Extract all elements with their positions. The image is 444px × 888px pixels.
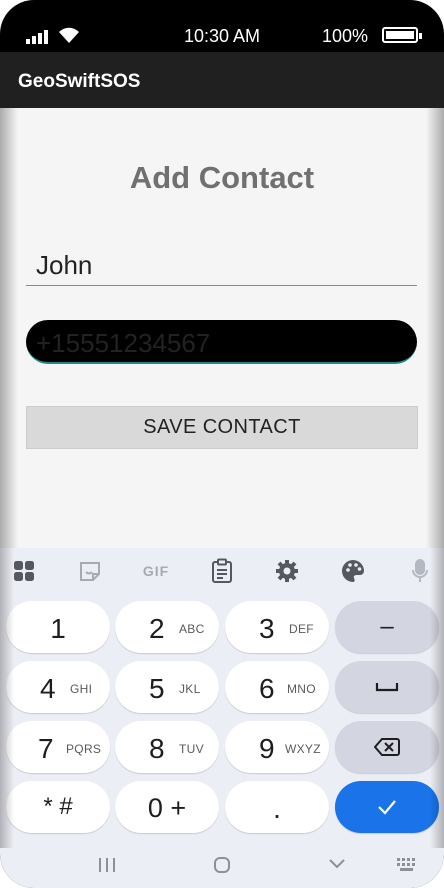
contact-phone-value: +15551234567 <box>36 328 211 358</box>
key-3-letters: DEF <box>289 622 314 636</box>
key-5-label: 5 <box>149 673 165 704</box>
key-1-label: 1 <box>50 613 66 644</box>
clipboard-icon[interactable] <box>208 558 236 584</box>
numeric-keyboard: GIF 1 2 ABC 3 DEF – 4 GHI 5 JKL 6 MNO 7 … <box>0 548 444 848</box>
back-icon[interactable] <box>328 858 346 870</box>
keyboard-toolbar: GIF <box>0 548 444 594</box>
key-2-letters: ABC <box>179 622 205 636</box>
palette-icon[interactable] <box>339 558 367 584</box>
key-4[interactable]: 4 GHI <box>6 661 110 713</box>
key-5[interactable]: 5 JKL <box>115 661 219 713</box>
contact-name-field[interactable]: John <box>26 242 417 286</box>
contact-name-value: John <box>36 250 93 280</box>
app-title: GeoSwiftSOS <box>18 71 141 92</box>
key-1[interactable]: 1 <box>6 601 110 653</box>
phone-screen: 10:30 AM 100% GeoSwiftSOS Add Contact Jo… <box>0 0 444 888</box>
status-bar: 10:30 AM 100% <box>0 0 444 52</box>
key-9-label: 9 <box>259 733 275 764</box>
key-9-letters: WXYZ <box>285 742 321 756</box>
backspace-key[interactable] <box>335 721 439 773</box>
key-2-label: 2 <box>149 613 165 644</box>
battery-icon <box>382 27 422 43</box>
dot-key[interactable]: . <box>225 781 329 833</box>
star-hash-key[interactable]: * # <box>6 781 110 833</box>
space-icon <box>375 683 399 692</box>
key-3[interactable]: 3 DEF <box>225 601 329 653</box>
key-7-label: 7 <box>38 733 54 764</box>
key-4-letters: GHI <box>70 682 93 696</box>
home-icon[interactable] <box>213 856 231 874</box>
check-icon <box>378 800 396 815</box>
grid-icon[interactable] <box>10 558 38 584</box>
zero-plus-label: 0 + <box>147 793 187 823</box>
dot-key-label: . <box>273 793 281 824</box>
zero-plus-key[interactable]: 0 + <box>115 781 219 833</box>
key-6[interactable]: 6 MNO <box>225 661 329 713</box>
key-3-label: 3 <box>259 613 275 644</box>
backspace-icon <box>374 738 400 756</box>
key-2[interactable]: 2 ABC <box>115 601 219 653</box>
page-title: Add Contact <box>129 160 315 195</box>
status-time: 10:30 AM <box>183 26 261 46</box>
key-8[interactable]: 8 TUV <box>115 721 219 773</box>
minus-key-label: – <box>380 613 394 640</box>
star-hash-label: * # <box>43 793 73 820</box>
space-key[interactable] <box>335 661 439 713</box>
sticker-icon[interactable] <box>76 558 104 584</box>
add-contact-form: Add Contact John +15551234567 SAVE CONTA… <box>0 108 444 548</box>
key-4-label: 4 <box>40 673 56 704</box>
contact-phone-field[interactable]: +15551234567 <box>26 320 417 364</box>
key-8-label: 8 <box>149 733 165 764</box>
gif-button[interactable]: GIF <box>140 558 172 584</box>
recents-icon[interactable] <box>98 857 116 873</box>
save-contact-button[interactable]: SAVE CONTACT <box>26 406 418 449</box>
mic-icon[interactable] <box>406 558 434 584</box>
key-7[interactable]: 7 PQRS <box>6 721 110 773</box>
app-bar: GeoSwiftSOS <box>0 52 444 108</box>
key-8-letters: TUV <box>179 742 204 756</box>
key-9[interactable]: 9 WXYZ <box>225 721 329 773</box>
battery-percent: 100% <box>321 26 368 46</box>
key-6-letters: MNO <box>287 682 316 696</box>
key-7-letters: PQRS <box>66 742 102 756</box>
system-nav-bar <box>0 848 444 888</box>
done-key[interactable] <box>335 781 439 833</box>
key-6-label: 6 <box>259 673 275 704</box>
gear-icon[interactable] <box>273 558 301 584</box>
keyboard-icon[interactable] <box>396 857 418 873</box>
key-5-letters: JKL <box>179 682 201 696</box>
minus-key[interactable]: – <box>335 601 439 653</box>
